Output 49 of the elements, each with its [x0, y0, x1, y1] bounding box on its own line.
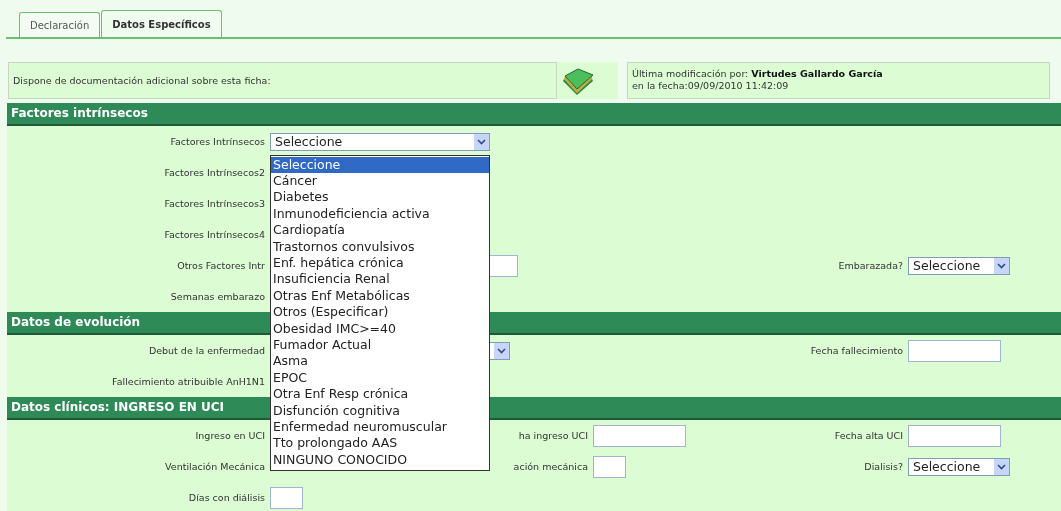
- dropdown-option[interactable]: Seleccione: [271, 156, 489, 173]
- section-header: Factores intrínsecos: [7, 103, 1061, 126]
- dropdown-option[interactable]: Obesidad IMC>=40: [271, 320, 489, 337]
- field-label: ha ingreso UCI: [517, 430, 588, 441]
- field-label: Factores Intrínsecos3: [163, 198, 265, 209]
- dropdown-option[interactable]: Insuficiencia Renal: [271, 271, 489, 288]
- tab[interactable]: Datos Específicos: [101, 10, 222, 37]
- tab[interactable]: Declaración: [19, 12, 101, 37]
- dropdown-option[interactable]: Enf. hepática crónica: [271, 254, 489, 272]
- dropdown-option[interactable]: EPOC: [271, 369, 489, 387]
- modified-date-text: en la fecha:09/09/2010 11:42:09: [632, 80, 790, 92]
- input-field[interactable]: [593, 455, 626, 478]
- input-field[interactable]: [270, 486, 303, 509]
- dropdown-option[interactable]: Asma: [271, 353, 489, 370]
- dropdown-option[interactable]: Enfermedad neuromuscular: [271, 419, 489, 436]
- dropdown-option[interactable]: Trastornos convulsivos: [271, 238, 489, 255]
- dropdown-option[interactable]: NINGUNO CONOCIDO: [271, 451, 489, 469]
- dropdown-option[interactable]: Inmunodeficiencia activa: [271, 205, 489, 223]
- dropdown-option[interactable]: Diabetes: [271, 189, 489, 206]
- dropdown-option[interactable]: Otras Enf Metabólicas: [271, 287, 489, 305]
- input-field[interactable]: [908, 339, 1001, 362]
- field-label: Ventilación Mecánica: [164, 461, 265, 472]
- documentation-label: Dispone de documentación adicional sobre esta ficha:: [8, 62, 556, 99]
- field-label: Otros Factores Intr: [176, 260, 265, 271]
- select-field[interactable]: Seleccione: [908, 256, 1010, 275]
- modified-by-text: Última modificación por: Virtudes Gallardo García: [632, 68, 884, 80]
- dropdown-option[interactable]: Disfunción cognitiva: [271, 402, 489, 419]
- field-label: Semanas embarazo: [169, 291, 265, 302]
- dropdown-select[interactable]: Seleccione: [270, 132, 490, 151]
- field-label: Factores Intrínsecos2: [163, 167, 265, 178]
- dropdown-option[interactable]: Cardiopatía: [271, 222, 489, 239]
- field-label: Fallecimiento atribuible AnH1N1: [111, 376, 265, 387]
- field-label: Fecha fallecimiento: [809, 345, 903, 356]
- field-label: Debut de la enfermedad: [147, 345, 265, 356]
- field-label: Días con diálisis: [187, 492, 265, 503]
- field-label: ación mecánica: [512, 461, 588, 472]
- dropdown-option[interactable]: Tto prolongado AAS: [271, 435, 489, 452]
- input-field[interactable]: [593, 424, 686, 447]
- input-field[interactable]: [908, 424, 1001, 447]
- book-icon[interactable]: [561, 66, 595, 95]
- field-label: Fecha alta UCI: [833, 430, 903, 441]
- select-field[interactable]: Seleccione: [908, 457, 1010, 476]
- field-label: Factores Intrínsecos: [169, 136, 265, 147]
- dropdown-option[interactable]: Fumador Actual: [271, 336, 489, 354]
- dropdown-option[interactable]: Cáncer: [271, 172, 489, 190]
- field-label: Dialisis?: [863, 461, 903, 472]
- field-label: Factores Intrínsecos4: [163, 229, 265, 240]
- field-label: Ingreso en UCI: [194, 430, 265, 441]
- field-label: Embarazada?: [837, 260, 903, 271]
